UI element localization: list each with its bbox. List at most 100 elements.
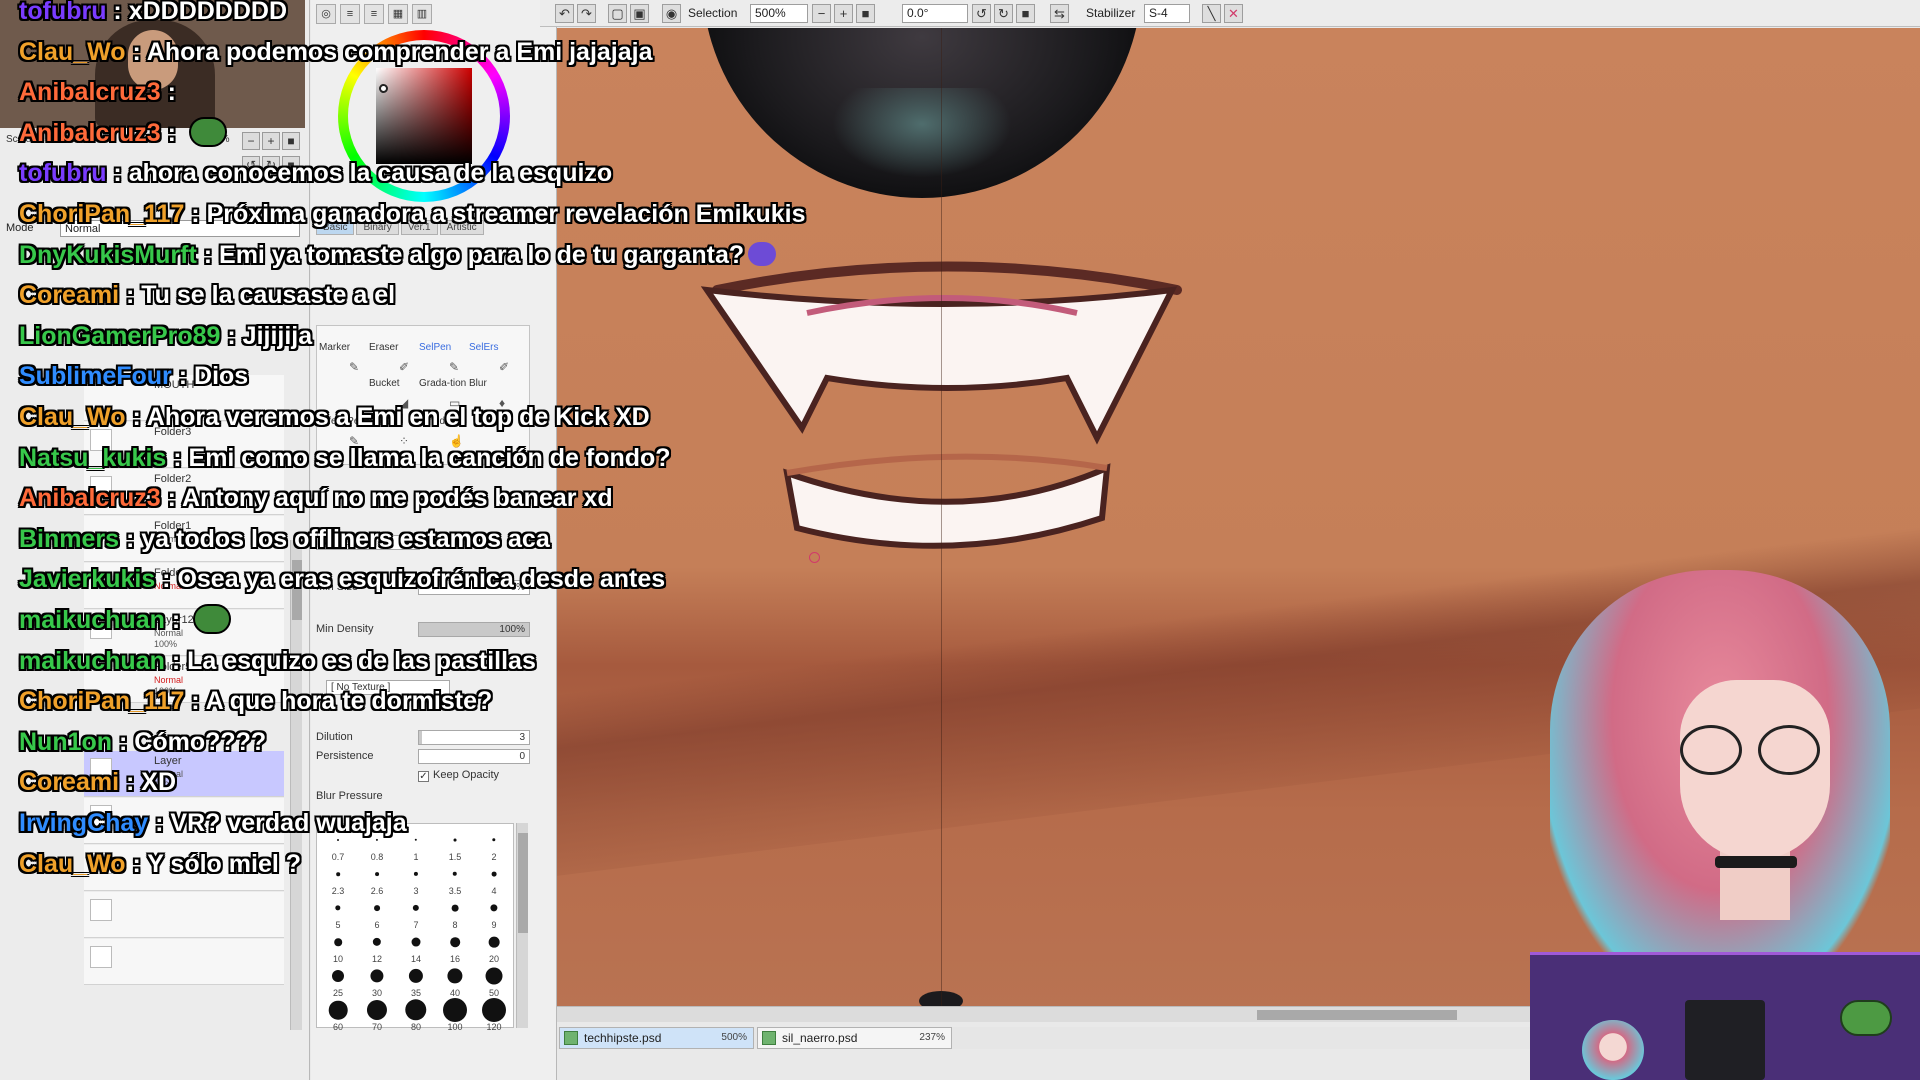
- chat-separator: :: [184, 687, 206, 716]
- rotation-select[interactable]: 0.0°: [902, 4, 968, 23]
- chat-message: Clau_Wo : Ahora podemos comprender a Emi…: [19, 33, 653, 71]
- chat-message: Clau_Wo : Y sólo miel ?: [19, 845, 301, 883]
- chat-separator: :: [119, 281, 142, 310]
- chat-emote-icon: [193, 604, 232, 634]
- glasses-lens-right: [1758, 725, 1820, 775]
- chat-username: Binmers: [19, 524, 120, 553]
- document-zoom: 237%: [919, 1032, 945, 1043]
- chat-text: Próxima ganadora a streamer revelación E…: [206, 200, 806, 228]
- chat-separator: :: [155, 565, 178, 594]
- chat-message: ChoriPan_117 : Próxima ganadora a stream…: [19, 195, 805, 233]
- stabilizer-label: Stabilizer: [1086, 6, 1136, 20]
- chat-separator: :: [184, 200, 207, 228]
- chat-username: Clau_Wo: [19, 37, 126, 66]
- chat-separator: :: [164, 646, 188, 675]
- chat-message: SublimeFour : Dios: [19, 357, 248, 395]
- chat-separator: :: [148, 809, 171, 837]
- chat-username: ChoriPan_117: [19, 687, 185, 716]
- chat-username: ChoriPan_117: [19, 200, 185, 228]
- chat-text: Osea ya eras esquizofrénica desde antes: [177, 565, 666, 594]
- rotate-reset-icon[interactable]: ■: [1016, 4, 1035, 23]
- chat-text: Jijijija: [242, 321, 313, 350]
- chat-text: XD: [141, 768, 176, 797]
- canvas-scrollbar-thumb[interactable]: [1257, 1010, 1457, 1020]
- chat-message: Coreami : XD: [19, 763, 176, 801]
- chat-username: Natsu_kukis: [19, 443, 167, 472]
- chat-message: maikuchuan : La esquizo es de las pastil…: [19, 642, 536, 680]
- chat-text: Emi como se llama la canción de fondo?: [188, 443, 671, 472]
- chat-separator: :: [164, 606, 188, 634]
- chat-text: xDDDDDDDD: [128, 0, 288, 25]
- rotate-right-icon[interactable]: ↻: [994, 4, 1013, 23]
- chat-message: Javierkukis : Osea ya eras esquizofrénic…: [19, 560, 665, 598]
- chat-message: Clau_Wo : Ahora veremos a Emi en el top …: [19, 398, 650, 436]
- chat-message: IrvingChay : VR? verdad wuajaja: [19, 804, 407, 842]
- chat-message: maikuchuan :: [19, 601, 232, 639]
- chat-separator: :: [106, 159, 129, 188]
- chat-separator: :: [171, 362, 195, 391]
- chat-text: ya todos los offliners estamos aca: [141, 524, 550, 553]
- avatar-choker: [1715, 856, 1797, 868]
- snap-off-icon[interactable]: ✕: [1224, 4, 1243, 23]
- chat-text: A que hora te dormiste?: [205, 687, 493, 716]
- chat-text: La esquizo es de las pastillas: [187, 646, 536, 675]
- chat-separator: :: [160, 118, 183, 147]
- chat-username: Coreami: [19, 768, 120, 797]
- chat-message: LionGamerPro89 : Jijijija: [19, 317, 312, 355]
- chat-emote-icon: [188, 116, 227, 147]
- chat-username: tofubru: [19, 0, 107, 25]
- chat-text: Antony aquí no me podés banear xd: [182, 484, 613, 513]
- chat-separator: :: [160, 78, 176, 107]
- chat-username: LionGamerPro89: [19, 321, 221, 350]
- chat-text: Tu se la causaste a el: [141, 281, 396, 310]
- chat-username: Clau_Wo: [19, 849, 126, 878]
- chat-username: DnyKukisMurft: [19, 240, 197, 269]
- chat-message: tofubru : ahora conocemos la causa de la…: [19, 154, 612, 192]
- frog-emote-icon: [1840, 1000, 1892, 1036]
- chat-username: tofubru: [19, 159, 107, 188]
- chat-username: Nun1on: [19, 727, 113, 756]
- chat-separator: :: [160, 484, 182, 513]
- chat-text: Emi ya tomaste algo para lo de tu gargan…: [219, 240, 745, 269]
- chat-message: ChoriPan_117 : A que hora te dormiste?: [19, 682, 492, 720]
- chat-separator: :: [125, 849, 148, 878]
- straight-line-icon[interactable]: ╲: [1202, 4, 1221, 23]
- chat-message: Nun1on : Cómo????: [19, 723, 266, 761]
- vtuber-avatar: [1530, 500, 1920, 1080]
- chat-username: maikuchuan: [19, 606, 165, 634]
- chat-separator: :: [125, 403, 147, 431]
- chat-message: Anibalcruz3 :: [19, 73, 176, 111]
- chat-message: Natsu_kukis : Emi como se llama la canci…: [19, 439, 671, 477]
- chat-text: Y sólo miel ?: [147, 849, 302, 878]
- chibi-avatar-icon: [1582, 1020, 1644, 1080]
- chat-username: Anibalcruz3: [19, 484, 161, 513]
- rotate-left-icon[interactable]: ↺: [972, 4, 991, 23]
- chat-message: Binmers : ya todos los offliners estamos…: [19, 520, 550, 558]
- chat-username: IrvingChay: [19, 809, 149, 837]
- stabilizer-select[interactable]: S-4: [1144, 4, 1190, 23]
- chat-separator: :: [125, 37, 147, 66]
- chat-username: maikuchuan: [19, 646, 165, 675]
- canvas-guide-line: [941, 28, 942, 1008]
- chat-text: Dios: [194, 362, 249, 391]
- chat-username: Coreami: [19, 281, 120, 310]
- chat-message: DnyKukisMurft : Emi ya tomaste algo para…: [19, 236, 777, 274]
- chat-message: tofubru : xDDDDDDDD: [19, 0, 287, 30]
- chat-text: VR? verdad wuajaja: [170, 809, 407, 837]
- chat-username: Anibalcruz3: [19, 118, 161, 147]
- chat-username: Clau_Wo: [19, 403, 126, 431]
- chat-separator: :: [166, 443, 189, 472]
- chat-text: ahora conocemos la causa de la esquizo: [128, 159, 613, 188]
- chat-text: Ahora veremos a Emi en el top de Kick XD: [146, 403, 650, 431]
- flip-horizontal-icon[interactable]: ⇆: [1050, 4, 1069, 23]
- chat-message: Anibalcruz3 :: [19, 114, 227, 152]
- purple-heart-icon: [748, 241, 777, 266]
- chat-separator: :: [196, 240, 220, 269]
- chat-username: Javierkukis: [19, 565, 156, 594]
- stream-chat-overlay: tofubru : xDDDDDDDD Clau_Wo : Ahora podem…: [0, 0, 900, 1080]
- chat-message: Coreami : Tu se la causaste a el: [19, 276, 395, 314]
- chat-username: SublimeFour: [19, 362, 172, 391]
- chat-separator: :: [220, 321, 243, 350]
- chat-separator: :: [112, 727, 135, 756]
- chat-text: Ahora podemos comprender a Emi jajajaja: [146, 37, 653, 66]
